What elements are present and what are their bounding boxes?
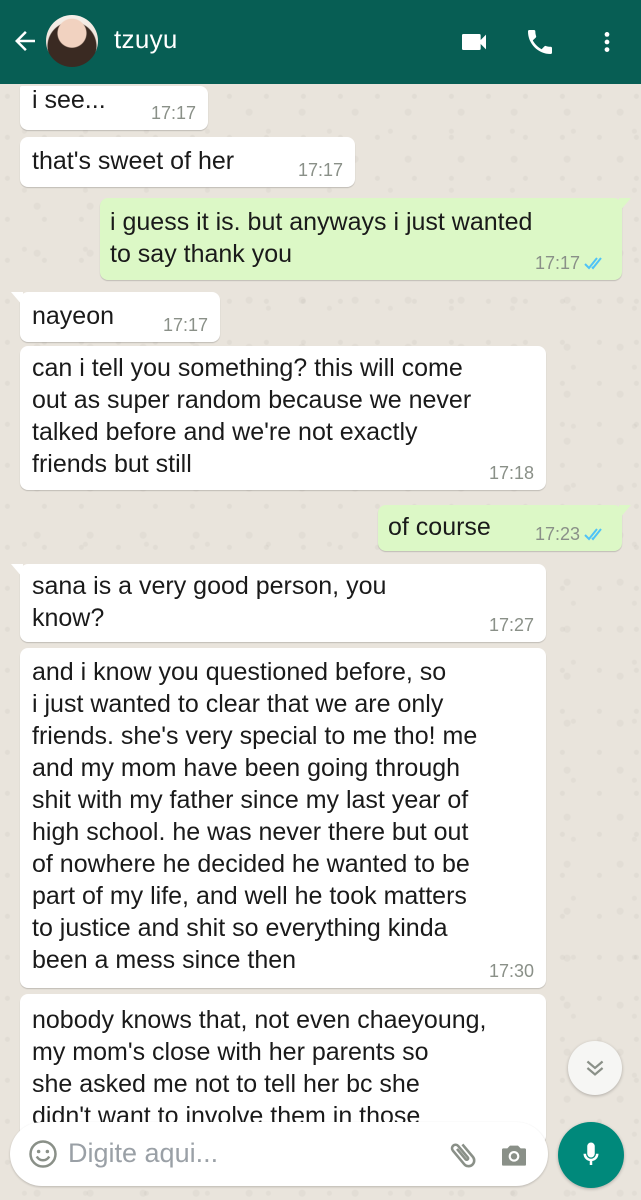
message-time-value: 17:17 <box>534 253 580 273</box>
back-arrow-icon[interactable] <box>10 26 40 56</box>
bubble-tail <box>619 505 631 519</box>
message-time: 17:18 <box>488 463 534 483</box>
message-time: 17:30 <box>488 961 534 981</box>
double-check-read-icon <box>584 528 602 541</box>
double-check-read-icon <box>584 257 602 270</box>
message-time: 17:17 <box>535 253 608 273</box>
contact-name[interactable]: tzuyu <box>114 24 178 55</box>
attach-icon[interactable] <box>446 1138 480 1172</box>
message-bubble-outgoing[interactable]: i guess it is. but anyways i just wanted… <box>100 198 631 280</box>
message-time: 17:27 <box>488 615 534 635</box>
bubble-tail <box>11 564 23 578</box>
message-bubble-incoming[interactable]: and i know you questioned before, so i j… <box>20 648 546 988</box>
scroll-to-bottom-button[interactable] <box>568 1041 622 1095</box>
message-text: sana is a very good person, you know? <box>32 572 387 632</box>
message-time: 17:17 <box>150 103 196 123</box>
chat-header: tzuyu <box>0 0 641 84</box>
microphone-icon <box>583 1142 599 1165</box>
emoji-icon[interactable] <box>28 1139 58 1169</box>
message-time: 17:17 <box>162 315 208 335</box>
message-bubble-outgoing[interactable]: of course 17:23 <box>378 505 631 551</box>
message-input-bar[interactable]: Digite aqui... <box>10 1122 548 1186</box>
avatar[interactable] <box>46 15 98 67</box>
more-options-icon[interactable] <box>594 26 620 58</box>
video-call-icon[interactable] <box>458 26 490 58</box>
message-text: and i know you questioned before, so i j… <box>32 658 478 974</box>
camera-icon[interactable] <box>498 1139 530 1171</box>
message-text: that's sweet of her <box>32 147 235 175</box>
message-bubble-incoming[interactable]: that's sweet of her 17:17 <box>20 137 355 187</box>
message-bubble-incoming[interactable]: i see... 17:17 <box>20 86 208 130</box>
phone-icon[interactable] <box>524 26 556 58</box>
microphone-button[interactable] <box>558 1122 624 1188</box>
message-bubble-incoming[interactable]: nayeon 17:17 <box>11 292 220 342</box>
message-bubble-incoming[interactable]: sana is a very good person, you know? 17… <box>11 564 546 642</box>
chevron-double-down-icon <box>586 1060 604 1076</box>
message-input[interactable]: Digite aqui... <box>68 1138 218 1169</box>
message-bubble-incoming[interactable]: can i tell you something? this will come… <box>20 346 546 490</box>
message-text: can i tell you something? this will come… <box>32 354 472 478</box>
bubble-tail <box>11 292 23 306</box>
bubble-tail <box>619 198 631 212</box>
message-time-value: 17:23 <box>534 524 580 544</box>
message-text: nobody knows that, not even chaeyoung, m… <box>32 1006 487 1130</box>
message-time: 17:17 <box>297 160 343 180</box>
message-time: 17:23 <box>535 524 608 544</box>
